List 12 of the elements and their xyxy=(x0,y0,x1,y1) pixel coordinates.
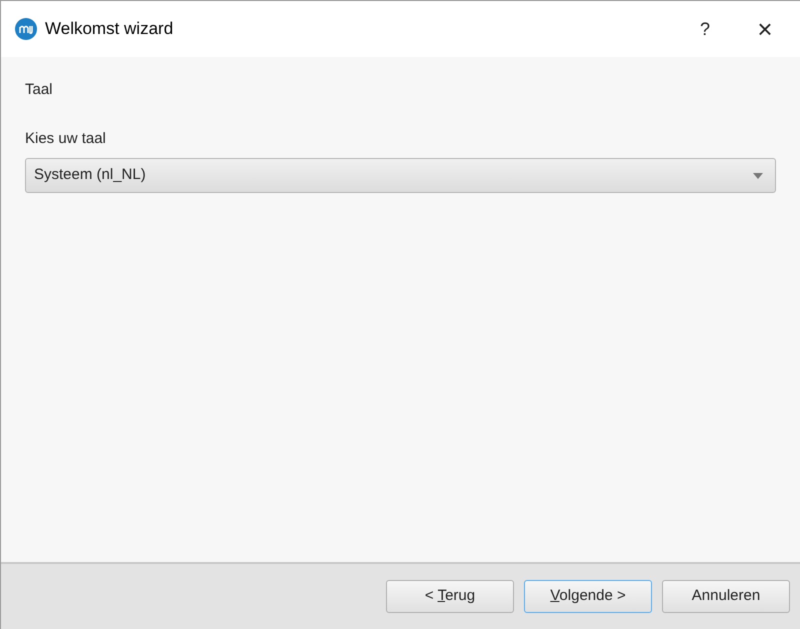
language-select[interactable]: Systeem (nl_NL) xyxy=(25,158,776,193)
dialog-button[interactable]: < Terug xyxy=(386,580,514,613)
field-label: Kies uw taal xyxy=(25,128,107,148)
app-logo-icon xyxy=(15,18,37,40)
window-title: Welkomst wizard xyxy=(45,18,174,40)
help-button[interactable]: ? xyxy=(690,14,720,44)
dropdown-caret-icon xyxy=(753,172,763,178)
page-heading: Taal xyxy=(25,80,54,100)
dialog-button[interactable]: Volgende > xyxy=(524,580,652,613)
close-button[interactable]: × xyxy=(750,14,780,44)
select-value: Systeem (nl_NL) xyxy=(34,165,147,186)
dialog-button[interactable]: Annuleren xyxy=(662,580,790,613)
